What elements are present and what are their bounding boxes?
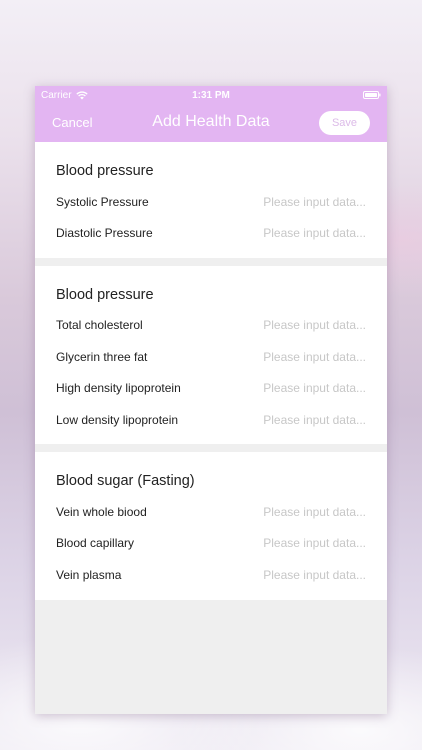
data-input-field[interactable]	[256, 505, 366, 520]
field-label: Vein plasma	[56, 567, 122, 582]
form-row: Total cholesterol	[35, 310, 387, 341]
battery-icon	[363, 91, 381, 99]
field-label: Low density lipoprotein	[56, 412, 179, 427]
form-section: Blood pressure Total cholesterol Glycerin …	[35, 265, 387, 445]
field-label: Total cholesterol	[56, 318, 143, 333]
form-row: Systolic Pressure	[35, 186, 387, 217]
form-row: Diastolic Pressure	[35, 217, 387, 248]
save-button[interactable]: Save	[319, 111, 370, 135]
form-content: Blood pressure Systolic Pressure Diastolic…	[35, 142, 387, 600]
status-time: 1:31 PM	[192, 90, 230, 101]
data-input-field[interactable]	[256, 194, 366, 209]
data-input-field[interactable]	[256, 318, 366, 333]
form-section: Blood pressure Systolic Pressure Diastolic…	[35, 142, 387, 258]
form-row: Blood capillary	[35, 528, 387, 559]
section-title: Blood pressure	[56, 286, 154, 303]
form-row: Vein plasma	[35, 559, 387, 590]
section-title: Blood sugar (Fasting)	[56, 473, 195, 490]
field-label: High density lipoprotein	[56, 381, 181, 396]
form-row: Vein whole biood	[35, 496, 387, 527]
data-input-field[interactable]	[256, 349, 366, 364]
form-row: High density lipoprotein	[35, 373, 387, 404]
form-row: Glycerin three fat	[35, 341, 387, 372]
field-label: Glycerin three fat	[56, 349, 148, 364]
navigation-bar: Carrier 1:31 PM Cancel Add Health Data S…	[35, 86, 387, 142]
field-label: Systolic Pressure	[56, 194, 149, 209]
section-title: Blood pressure	[56, 163, 154, 179]
data-input-field[interactable]	[256, 226, 366, 241]
data-input-field[interactable]	[256, 536, 366, 551]
status-bar: Carrier 1:31 PM	[35, 86, 387, 106]
data-input-field[interactable]	[256, 567, 366, 582]
field-label: Vein whole biood	[56, 505, 147, 520]
data-input-field[interactable]	[256, 412, 366, 427]
form-row: Low density lipoprotein	[35, 404, 387, 435]
data-input-field[interactable]	[256, 381, 366, 396]
app-window: Carrier 1:31 PM Cancel Add Health Data S…	[35, 86, 387, 714]
field-label: Diastolic Pressure	[56, 226, 153, 241]
form-section: Blood sugar (Fasting) Vein whole biood Blo…	[35, 452, 387, 600]
field-label: Blood capillary	[56, 536, 135, 551]
